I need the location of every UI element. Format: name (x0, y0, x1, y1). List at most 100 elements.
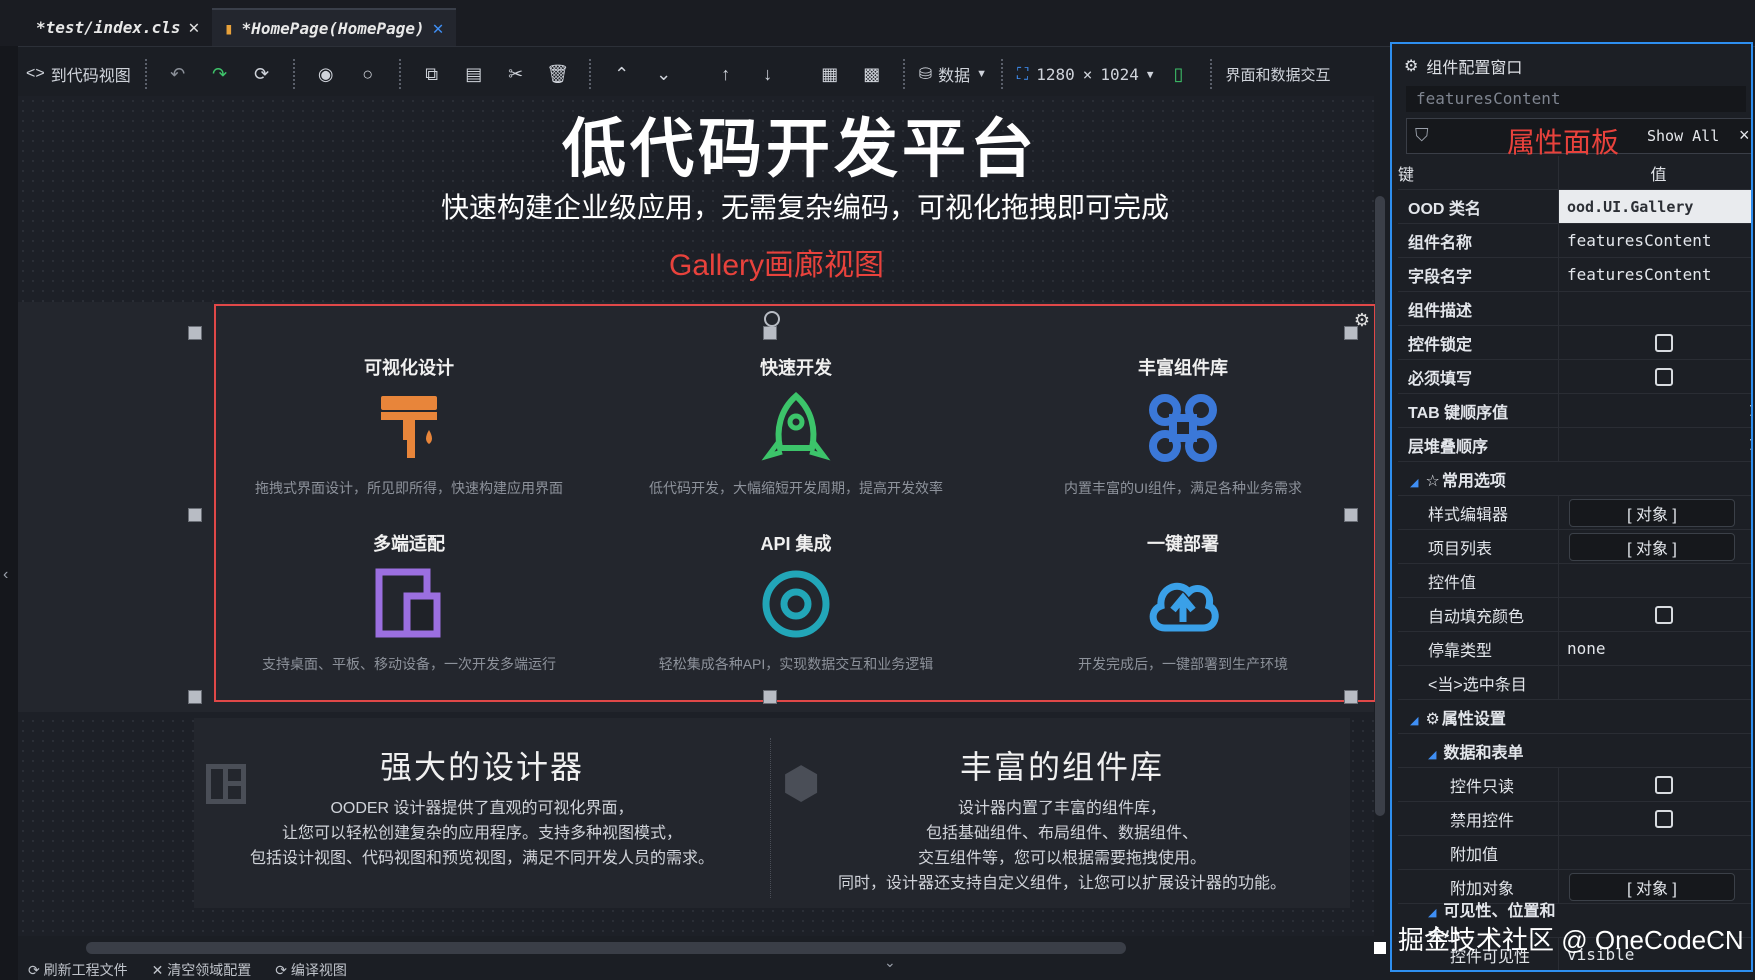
property-value[interactable] (1558, 598, 1751, 631)
close-tab-icon[interactable]: ✕ (189, 17, 200, 38)
resize-handle[interactable] (763, 690, 777, 704)
close-icon[interactable]: × (1739, 125, 1750, 146)
property-value[interactable] (1558, 360, 1751, 393)
property-row[interactable]: TAB 键顺序值 1 (1398, 394, 1751, 428)
property-value[interactable]: 1 (1558, 428, 1751, 461)
property-row[interactable]: 组件名称 featuresContent (1398, 224, 1751, 258)
expand-triangle-icon[interactable]: ◢ (1410, 715, 1422, 727)
canvas-size-dropdown[interactable]: ⛶ 1280 × 1024 ▼ (1013, 58, 1158, 90)
scrollbar-thumb[interactable] (1375, 196, 1385, 816)
close-tab-icon[interactable]: ✕ (433, 18, 444, 39)
property-row[interactable]: 控件值 (1398, 564, 1751, 598)
property-row[interactable]: 禁用控件 (1398, 802, 1751, 836)
data-dropdown[interactable]: ⛁ 数据 ▼ (915, 58, 991, 90)
property-value[interactable]: [ 对象 ] (1558, 530, 1751, 563)
property-row[interactable]: 控件锁定 (1398, 326, 1751, 360)
expand-triangle-icon[interactable]: ◢ (1410, 477, 1422, 489)
code-view-button[interactable]: <> 到代码视图 (22, 58, 135, 90)
cut-icon[interactable]: ✂ (495, 58, 537, 90)
gallery-item[interactable]: 一键部署 开发完成后，一键部署到生产环境 (990, 482, 1376, 672)
preview-eye-icon[interactable]: ◉ (305, 58, 347, 90)
property-value[interactable]: ood.UI.Gallery (1558, 190, 1751, 223)
checkbox[interactable] (1655, 775, 1673, 794)
property-row[interactable]: 字段名字 featuresContent (1398, 258, 1751, 292)
gallery-item[interactable]: 丰富组件库 内置丰富的UI组件，满足各种业务需求 (990, 306, 1376, 496)
resize-handle[interactable] (1344, 690, 1358, 704)
property-row[interactable]: 停靠类型 none (1398, 632, 1751, 666)
property-row[interactable]: OOD 类名 ood.UI.Gallery (1398, 190, 1751, 224)
checkbox[interactable] (1655, 367, 1673, 386)
object-editor-button[interactable]: [ 对象 ] (1569, 498, 1735, 527)
property-row[interactable]: 必须填写 (1398, 360, 1751, 394)
collapse-left-icon[interactable]: ‹ (3, 566, 8, 584)
property-row[interactable]: ◢ ☆ 常用选项 (1398, 462, 1751, 496)
undo-icon[interactable]: ↶ (157, 58, 199, 90)
circle-icon[interactable]: ○ (347, 58, 389, 90)
property-value[interactable]: featuresContent (1558, 258, 1751, 291)
show-all-toggle[interactable]: Show All (1647, 127, 1719, 145)
property-filter[interactable]: ⛉ 属性面板 Show All × (1406, 118, 1751, 158)
property-row[interactable]: <当>选中条目 (1398, 666, 1751, 700)
tab-index-cls[interactable]: *test/index.cls ✕ (24, 8, 211, 46)
resize-handle[interactable] (188, 326, 202, 340)
chevron-down-icon[interactable]: ⌄ (643, 58, 685, 90)
component-selector[interactable]: featuresContent (1406, 86, 1746, 112)
property-value[interactable]: [ 对象 ] (1558, 870, 1751, 903)
property-row[interactable]: 自动填充颜色 (1398, 598, 1751, 632)
property-row[interactable]: 样式编辑器 [ 对象 ] (1398, 496, 1751, 530)
property-value[interactable]: 1 (1558, 394, 1751, 427)
property-value[interactable]: none (1558, 632, 1751, 665)
snap-icon[interactable]: ▩ (851, 58, 893, 90)
resize-corner[interactable] (1374, 942, 1386, 954)
move-up-icon[interactable]: ↑ (705, 58, 747, 90)
tab-homepage[interactable]: ▮ *HomePage(HomePage) ✕ (212, 8, 456, 46)
checkbox[interactable] (1655, 809, 1673, 828)
resize-handle[interactable] (188, 690, 202, 704)
move-down-icon[interactable]: ↓ (747, 58, 789, 90)
interaction-button[interactable]: 界面和数据交互 (1222, 58, 1335, 90)
copy-icon[interactable]: ⧉ (411, 58, 453, 90)
checkbox[interactable] (1655, 333, 1673, 352)
gallery-item[interactable]: 多端适配 支持桌面、平板、移动设备，一次开发多端运行 (216, 482, 602, 672)
grid-icon[interactable]: ▦ (809, 58, 851, 90)
vertical-scrollbar[interactable] (1375, 196, 1385, 916)
compile-view-button[interactable]: ⟳ 编译视图 (275, 960, 347, 980)
resize-handle[interactable] (1344, 508, 1358, 522)
property-value[interactable] (1558, 292, 1751, 325)
expand-triangle-icon[interactable]: ◢ (1428, 907, 1440, 919)
object-editor-button[interactable]: [ 对象 ] (1569, 532, 1735, 561)
property-row[interactable]: 控件只读 (1398, 768, 1751, 802)
property-value[interactable]: [ 对象 ] (1558, 496, 1751, 529)
property-row[interactable]: 项目列表 [ 对象 ] (1398, 530, 1751, 564)
resize-handle[interactable] (1344, 326, 1358, 340)
resize-handle[interactable] (763, 326, 777, 340)
gallery-item[interactable]: 快速开发 低代码开发，大幅缩短开发周期，提高开发效率 (603, 306, 989, 496)
expand-triangle-icon[interactable]: ◢ (1428, 749, 1440, 761)
property-row[interactable]: 层堆叠顺序 1 (1398, 428, 1751, 462)
features-gallery[interactable]: 可视化设计 拖拽式界面设计，所见即所得，快速构建应用界面 快速开发 低代码开发，… (214, 304, 1376, 702)
object-editor-button[interactable]: [ 对象 ] (1569, 872, 1735, 901)
property-value[interactable] (1558, 802, 1751, 835)
rotate-handle[interactable] (764, 311, 780, 327)
gallery-item[interactable]: API 集成 轻松集成各种API，实现数据交互和业务逻辑 (603, 482, 989, 672)
property-row[interactable]: 组件描述 (1398, 292, 1751, 326)
property-value[interactable] (1558, 666, 1751, 699)
device-icon[interactable]: ▯ (1158, 58, 1200, 90)
horizontal-scrollbar[interactable] (86, 942, 1126, 954)
property-value[interactable] (1558, 564, 1751, 597)
paste-icon[interactable]: ▤ (453, 58, 495, 90)
property-row[interactable]: 附加值 (1398, 836, 1751, 870)
redo-icon[interactable]: ↷ (199, 58, 241, 90)
property-value[interactable] (1558, 836, 1751, 869)
property-value[interactable]: featuresContent (1558, 224, 1751, 257)
refresh-icon[interactable]: ⟳ (241, 58, 283, 90)
property-value[interactable] (1558, 326, 1751, 359)
checkbox[interactable] (1655, 605, 1673, 624)
gallery-item[interactable]: 可视化设计 拖拽式界面设计，所见即所得，快速构建应用界面 (216, 306, 602, 496)
delete-icon[interactable]: 🗑 (537, 58, 579, 90)
chevron-up-icon[interactable]: ⌃ (601, 58, 643, 90)
clear-domain-button[interactable]: ✕ 清空领域配置 (152, 960, 252, 980)
property-row[interactable]: ◢ ⚙ 属性设置 (1398, 700, 1751, 734)
refresh-project-button[interactable]: ⟳ 刷新工程文件 (28, 960, 128, 980)
resize-handle[interactable] (188, 508, 202, 522)
